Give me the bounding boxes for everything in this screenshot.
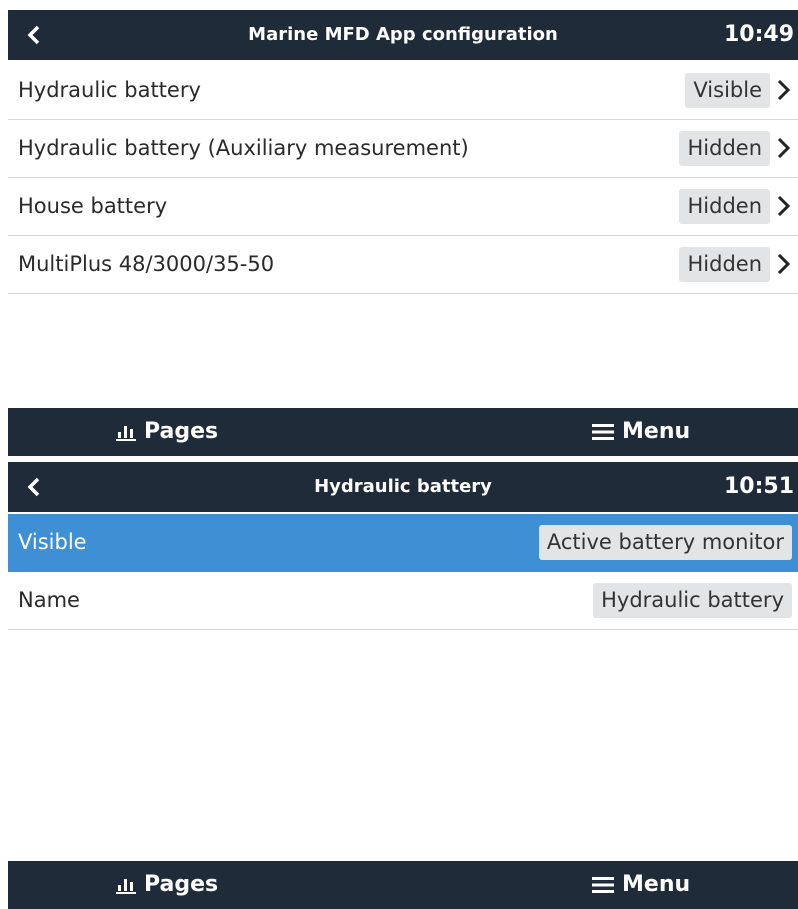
- screen-hydraulic-battery: Hydraulic battery 10:51 Visible Active b…: [0, 458, 798, 909]
- visibility-value: Hidden: [679, 189, 770, 224]
- pages-button[interactable]: Pages: [116, 408, 218, 456]
- pages-label: Pages: [144, 872, 219, 897]
- header-bar: Hydraulic battery 10:51: [8, 462, 798, 512]
- bar-chart-icon: [116, 879, 136, 894]
- setting-value: Hydraulic battery: [593, 583, 792, 618]
- menu-label: Menu: [622, 419, 691, 444]
- page-title: Marine MFD App configuration: [248, 24, 558, 45]
- visibility-value: Visible: [685, 73, 770, 108]
- setting-value: Active battery monitor: [538, 525, 792, 560]
- list-item-hydraulic-battery[interactable]: Hydraulic battery Visible: [8, 62, 798, 120]
- screen-mfd-app-configuration: Marine MFD App configuration 10:49 Hydra…: [0, 0, 798, 456]
- list-item-label: MultiPlus 48/3000/35-50: [18, 252, 275, 276]
- list-item-label: Hydraulic battery: [18, 78, 201, 102]
- clock: 10:49: [723, 22, 794, 47]
- list-item-multiplus[interactable]: MultiPlus 48/3000/35-50 Hidden: [8, 236, 798, 294]
- hamburger-menu-icon: [592, 424, 614, 440]
- chevron-right-icon: [777, 79, 791, 101]
- chevron-right-icon: [777, 195, 791, 217]
- list-item-label: Hydraulic battery (Auxiliary measurement…: [18, 136, 469, 160]
- bar-chart-icon: [116, 426, 136, 441]
- list-item-label: Name: [18, 588, 80, 612]
- clock: 10:51: [723, 474, 794, 499]
- footer-bar: Pages Menu: [8, 861, 798, 909]
- list-item-name[interactable]: Name Hydraulic battery: [8, 572, 798, 630]
- list-item-label: Visible: [18, 530, 87, 554]
- list-item-house-battery[interactable]: House battery Hidden: [8, 178, 798, 236]
- hamburger-menu-icon: [592, 877, 614, 893]
- menu-button[interactable]: Menu: [592, 408, 690, 456]
- list-item-hydraulic-battery-aux[interactable]: Hydraulic battery (Auxiliary measurement…: [8, 120, 798, 178]
- list-item-visible[interactable]: Visible Active battery monitor: [8, 514, 798, 572]
- menu-label: Menu: [622, 872, 691, 897]
- visibility-value: Hidden: [679, 131, 770, 166]
- pages-label: Pages: [144, 419, 219, 444]
- visibility-value: Hidden: [679, 247, 770, 282]
- header-bar: Marine MFD App configuration 10:49: [8, 10, 798, 60]
- chevron-right-icon: [777, 137, 791, 159]
- pages-button[interactable]: Pages: [116, 861, 218, 909]
- footer-bar: Pages Menu: [8, 408, 798, 456]
- chevron-right-icon: [777, 253, 791, 275]
- menu-button[interactable]: Menu: [592, 861, 690, 909]
- list-item-label: House battery: [18, 194, 168, 218]
- page-title: Hydraulic battery: [314, 476, 492, 497]
